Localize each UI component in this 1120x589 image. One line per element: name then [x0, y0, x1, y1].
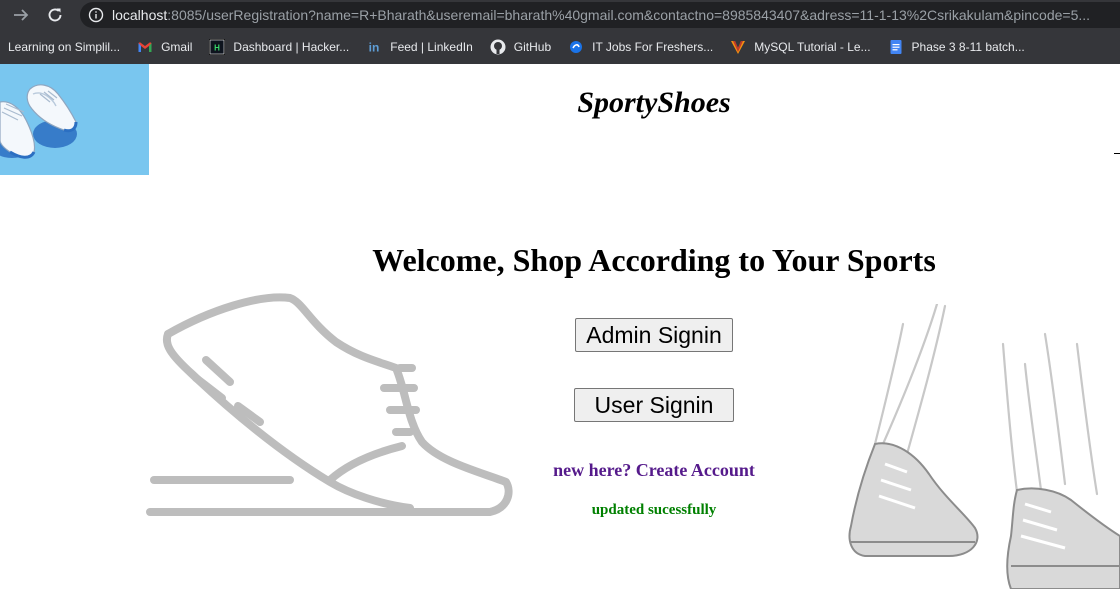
address-bar[interactable]: localhost:8085/userRegistration?name=R+B…: [80, 2, 1120, 28]
info-icon[interactable]: [88, 7, 104, 23]
github-icon: [490, 39, 506, 55]
bookmark-label: MySQL Tutorial - Le...: [754, 40, 871, 54]
hackerrank-icon: H: [209, 39, 226, 55]
bookmark-label: GitHub: [513, 40, 552, 54]
reload-icon: [48, 8, 62, 22]
bookmark-gmail[interactable]: Gmail: [137, 35, 192, 59]
bookmark-label: Learning on Simplil...: [8, 40, 121, 54]
status-message: updated sucessfully: [591, 502, 717, 518]
svg-text:H: H: [215, 44, 221, 53]
brand-title: SportyShoes: [577, 86, 731, 119]
gmail-icon: [137, 39, 153, 55]
page-content: SportyShoes Welcome, Shop According to Y…: [0, 64, 1120, 589]
welcome-heading: Welcome, Shop According to Your Sports: [372, 242, 936, 278]
linkedin-icon: in: [366, 39, 382, 55]
bookmark-github[interactable]: GitHub: [490, 35, 551, 59]
bookmarks-bar: Learning on Simplil... Gmail H Dashboard…: [0, 30, 1120, 64]
bookmark-label: Dashboard | Hacker...: [233, 40, 350, 54]
user-signin-button[interactable]: User Signin: [574, 388, 734, 422]
mysql-icon: [730, 39, 746, 55]
browser-toolbar: localhost:8085/userRegistration?name=R+B…: [0, 0, 1120, 30]
bookmark-label: Phase 3 8-11 batch...: [911, 40, 1025, 54]
globe-icon: [568, 39, 584, 55]
walking-legs-icon: [848, 304, 1120, 589]
url-host: localhost: [112, 7, 168, 23]
bookmark-linkedin[interactable]: in Feed | LinkedIn: [366, 35, 473, 59]
bookmark-mysql-tutorial[interactable]: MySQL Tutorial - Le...: [730, 35, 871, 59]
bookmark-label: IT Jobs For Freshers...: [592, 40, 714, 54]
admin-signin-button[interactable]: Admin Signin: [575, 318, 733, 352]
forward-button[interactable]: [8, 2, 34, 28]
url-text: localhost:8085/userRegistration?name=R+B…: [112, 7, 1090, 23]
bookmark-label: Feed | LinkedIn: [390, 40, 473, 54]
create-account-link[interactable]: new here? Create Account: [0, 460, 1120, 481]
svg-text:in: in: [369, 41, 380, 55]
bookmark-it-jobs[interactable]: IT Jobs For Freshers...: [568, 35, 713, 59]
bookmark-phase3[interactable]: Phase 3 8-11 batch...: [888, 35, 1025, 59]
url-path: :8085/userRegistration?name=R+Bharath&us…: [167, 7, 1091, 23]
divider: [1114, 153, 1120, 154]
arrow-right-icon: [14, 9, 29, 21]
bookmark-label: Gmail: [161, 40, 193, 54]
reload-button[interactable]: [42, 2, 68, 28]
bookmark-simplilearn[interactable]: Learning on Simplil...: [8, 35, 120, 59]
docs-icon: [888, 39, 904, 55]
running-shoe-icon: [146, 293, 513, 516]
bookmark-hackerrank[interactable]: H Dashboard | Hacker...: [209, 35, 349, 59]
